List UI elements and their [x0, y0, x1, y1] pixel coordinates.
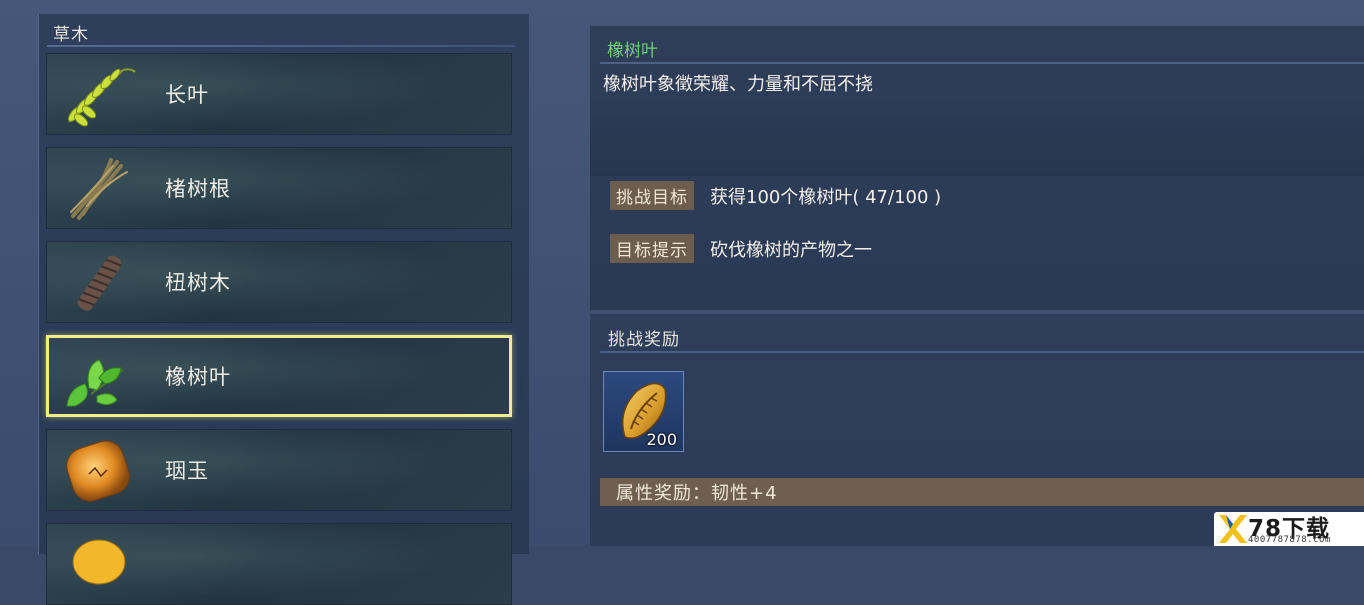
list-item-amber-jade[interactable]: 珚玉 [46, 429, 512, 511]
long-leaf-icon [67, 68, 136, 127]
reward-divider [600, 351, 1364, 353]
goal-tag: 挑战目标 [610, 181, 694, 210]
item-detail-box: 橡树叶 橡树叶象徵荣耀、力量和不屈不挠 挑战目标 获得100个橡树叶( 47/1… [590, 26, 1364, 310]
list-item-root-bundle[interactable]: 楮树根 [46, 147, 512, 229]
hint-text: 砍伐橡树的产物之一 [710, 239, 872, 261]
amber-jade-icon [66, 440, 130, 502]
x-logo-icon [1219, 515, 1247, 543]
hint-tag: 目标提示 [610, 234, 694, 263]
detail-description: 橡树叶象徵荣耀、力量和不屈不挠 [603, 74, 873, 95]
list-item-long-leaf[interactable]: 长叶 [46, 53, 512, 135]
category-divider [47, 45, 515, 47]
item-label: 长叶 [165, 83, 209, 107]
gold-stone-icon [72, 539, 126, 585]
reward-item-slot[interactable]: 200 [603, 371, 684, 452]
root-bundle-icon [70, 158, 128, 220]
detail-divider [600, 62, 1364, 64]
challenge-goal-row: 挑战目标 获得100个橡树叶( 47/100 ) [610, 181, 941, 210]
item-label: 楮树根 [165, 177, 231, 201]
item-list-panel: 草木 长叶 楮树根 杻树木 橡树叶 珚玉 [38, 14, 529, 605]
item-label: 橡树叶 [165, 365, 231, 389]
item-label: 杻树木 [165, 271, 231, 295]
bark-log-icon [77, 255, 122, 311]
detail-title: 橡树叶 [607, 41, 658, 61]
attribute-reward-bar: 属性奖励：韧性+4 [600, 478, 1364, 506]
list-item-gold-stone[interactable] [46, 523, 512, 605]
attribute-reward-text: 属性奖励：韧性+4 [616, 483, 778, 504]
reward-title: 挑战奖励 [608, 330, 680, 350]
reward-count: 200 [646, 430, 677, 449]
item-label: 珚玉 [165, 459, 209, 483]
goal-text: 获得100个橡树叶( 47/100 ) [710, 186, 942, 208]
list-item-bark-log[interactable]: 杻树木 [46, 241, 512, 323]
category-title: 草木 [53, 25, 89, 45]
site-watermark: 78下载 4007787878.com [1214, 512, 1364, 546]
watermark-url-text: 4007787878.com [1248, 535, 1331, 545]
detail-panel: 橡树叶 橡树叶象徵荣耀、力量和不屈不挠 挑战目标 获得100个橡树叶( 47/1… [590, 26, 1364, 546]
oak-leaf-icon [66, 359, 124, 407]
list-item-oak-leaf[interactable]: 橡树叶 [46, 335, 512, 417]
goal-hint-row: 目标提示 砍伐橡树的产物之一 [610, 234, 872, 263]
detail-shade [590, 96, 1364, 176]
